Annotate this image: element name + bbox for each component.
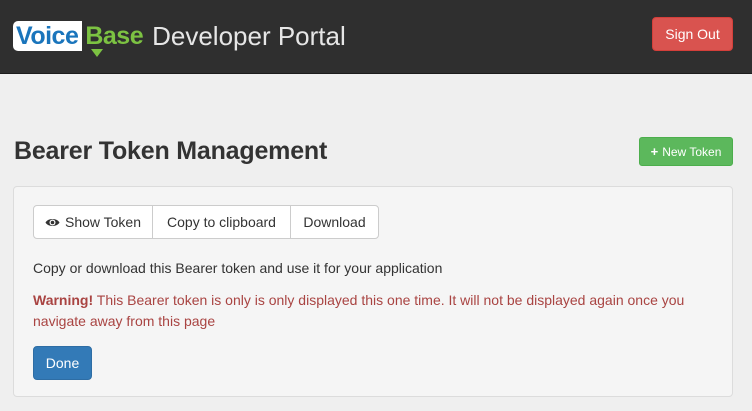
warning-text: This Bearer token is only is only displa… [33, 292, 685, 329]
eye-icon [45, 217, 60, 228]
warning-label: Warning! [33, 292, 94, 308]
new-token-button[interactable]: + New Token [639, 137, 733, 166]
brand[interactable]: Voice Base Developer Portal [13, 19, 346, 57]
copy-to-clipboard-button[interactable]: Copy to clipboard [152, 205, 291, 239]
page-title: Bearer Token Management [14, 137, 328, 165]
logo-voice: Voice [13, 21, 83, 51]
done-button[interactable]: Done [33, 346, 92, 380]
top-navbar: Voice Base Developer Portal Sign Out [0, 0, 752, 74]
info-text: Copy or download this Bearer token and u… [33, 260, 443, 276]
show-token-button[interactable]: Show Token [33, 205, 153, 239]
download-button[interactable]: Download [290, 205, 379, 239]
logo-speech-tail-icon [91, 49, 103, 57]
token-panel: Show Token Copy to clipboard Download Co… [13, 186, 733, 397]
sign-out-button[interactable]: Sign Out [652, 17, 733, 51]
new-token-label: New Token [662, 144, 722, 159]
warning-message: Warning! This Bearer token is only is on… [33, 290, 713, 332]
logo-base: Base [85, 22, 144, 50]
show-token-label: Show Token [64, 214, 141, 230]
plus-icon: + [650, 144, 659, 159]
portal-title: Developer Portal [152, 21, 346, 51]
token-toolbar: Show Token Copy to clipboard Download [33, 205, 379, 239]
